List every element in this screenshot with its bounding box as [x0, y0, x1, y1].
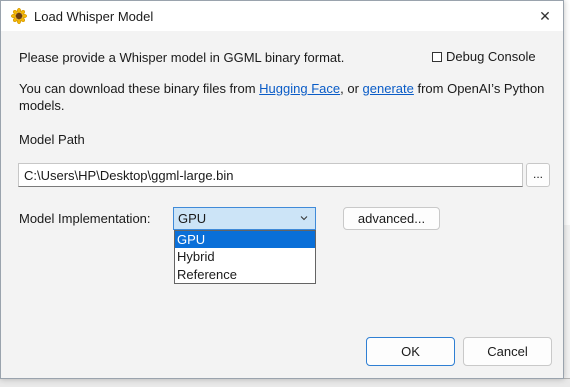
- model-path-input[interactable]: C:\Users\HP\Desktop\ggml-large.bin: [18, 163, 523, 187]
- model-implementation-select[interactable]: GPU: [173, 207, 316, 230]
- dropdown-option-hybrid[interactable]: Hybrid: [175, 248, 315, 265]
- download-prefix-text: You can download these binary files from: [19, 81, 260, 96]
- selected-value: GPU: [178, 211, 207, 226]
- close-button[interactable]: ✕: [533, 5, 557, 27]
- dropdown-option-gpu[interactable]: GPU: [175, 231, 315, 249]
- browse-button[interactable]: ...: [526, 163, 550, 187]
- intro-text: Please provide a Whisper model in GGML b…: [19, 50, 345, 65]
- background-bottom-bar: [0, 378, 570, 387]
- advanced-button[interactable]: advanced...: [343, 207, 440, 230]
- implementation-dropdown-list: GPU Hybrid Reference: [174, 230, 316, 284]
- hugging-face-link[interactable]: Hugging Face: [259, 81, 340, 96]
- sunflower-icon: [11, 8, 27, 24]
- download-suffix-text: from OpenAI’s Python: [413, 81, 545, 96]
- dropdown-option-reference[interactable]: Reference: [175, 266, 315, 283]
- ok-button[interactable]: OK: [366, 337, 455, 366]
- download-info: You can download these binary files from…: [19, 80, 554, 97]
- window-title: Load Whisper Model: [34, 8, 154, 24]
- model-implementation-label: Model Implementation:: [19, 211, 151, 226]
- download-middle-text: , or: [340, 81, 363, 96]
- close-icon: ✕: [539, 7, 551, 24]
- generate-link[interactable]: generate: [363, 81, 414, 96]
- debug-console-checkbox[interactable]: Debug Console: [432, 49, 536, 64]
- chevron-down-icon: [300, 212, 308, 228]
- checkbox-box[interactable]: [432, 51, 442, 62]
- cancel-button[interactable]: Cancel: [463, 337, 552, 366]
- background-panel: [563, 225, 570, 387]
- model-path-label: Model Path: [19, 132, 85, 147]
- download-info-line2: models.: [19, 98, 65, 113]
- debug-console-label: Debug Console: [446, 49, 536, 64]
- title-bar: Load Whisper Model ✕: [1, 1, 563, 31]
- load-whisper-model-dialog: Load Whisper Model ✕ Please provide a Wh…: [0, 0, 564, 379]
